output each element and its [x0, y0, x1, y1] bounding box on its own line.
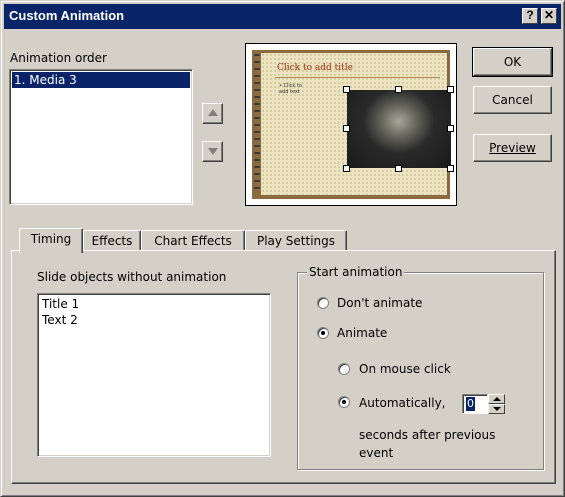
resize-handle — [343, 86, 350, 93]
animation-order-list[interactable]: 1. Media 3 — [9, 69, 193, 205]
resize-handle — [395, 86, 402, 93]
animate-label[interactable]: Animate — [337, 326, 387, 340]
seconds-after-label: seconds after previous — [359, 428, 496, 442]
close-button[interactable]: ✕ — [541, 8, 557, 24]
animation-order-label: Animation order — [10, 51, 107, 65]
spin-down-icon — [493, 407, 501, 411]
animate-radio[interactable] — [317, 327, 329, 339]
slide-canvas: Click to add title • Click to add text — [261, 53, 454, 195]
slide-divider — [275, 77, 440, 78]
on-mouse-click-radio[interactable] — [338, 363, 350, 375]
down-arrow-icon — [208, 148, 218, 155]
resize-handle — [447, 86, 454, 93]
window-title: Custom Animation — [9, 8, 125, 23]
list-item[interactable]: Title 1 — [40, 296, 268, 312]
seconds-input[interactable]: 0 — [462, 394, 488, 414]
move-down-button[interactable] — [202, 141, 223, 162]
spin-down-button[interactable] — [488, 404, 505, 414]
automatically-label[interactable]: Automatically, — [359, 396, 445, 410]
custom-animation-dialog: Custom Animation ? ✕ Animation order 1. … — [0, 0, 565, 497]
on-mouse-click-label[interactable]: On mouse click — [359, 362, 451, 376]
slide-preview: Click to add title • Click to add text — [245, 43, 457, 206]
automatically-radio[interactable] — [338, 396, 350, 408]
seconds-spinner[interactable] — [488, 394, 505, 414]
tab-play-settings[interactable]: Play Settings — [245, 230, 347, 252]
tab-chart-effects[interactable]: Chart Effects — [141, 230, 245, 252]
slide-text-placeholder: • Click to add text — [279, 83, 303, 95]
slide-objects-list[interactable]: Title 1 Text 2 — [37, 293, 271, 457]
resize-handle — [447, 125, 454, 132]
dont-animate-radio[interactable] — [317, 297, 329, 309]
list-item[interactable]: Text 2 — [40, 312, 268, 328]
cancel-button[interactable]: Cancel — [473, 86, 552, 114]
title-bar: Custom Animation ? ✕ — [4, 4, 561, 29]
slide-title-placeholder: Click to add title — [277, 63, 353, 73]
spin-up-button[interactable] — [488, 394, 505, 404]
animation-order-item[interactable]: 1. Media 3 — [12, 72, 190, 88]
spin-up-icon — [493, 397, 501, 401]
seconds-after-label-2: event — [359, 446, 394, 460]
up-arrow-icon — [208, 109, 218, 116]
seconds-value: 0 — [466, 397, 475, 411]
resize-handle — [343, 125, 350, 132]
resize-handle — [395, 165, 402, 172]
tab-effects[interactable]: Effects — [83, 230, 141, 252]
preview-button[interactable]: Preview — [473, 134, 552, 162]
resize-handle — [447, 165, 454, 172]
tab-timing[interactable]: Timing — [19, 228, 83, 253]
media-clip-thumbnail — [347, 90, 451, 168]
move-up-button[interactable] — [202, 103, 223, 124]
slide-objects-label: Slide objects without animation — [37, 270, 227, 284]
dont-animate-label[interactable]: Don't animate — [337, 296, 422, 310]
help-button[interactable]: ? — [522, 8, 538, 24]
resize-handle — [343, 165, 350, 172]
ok-button[interactable]: OK — [472, 47, 553, 77]
start-animation-group-label: Start animation — [307, 265, 405, 279]
slide-thumbnail: Click to add title • Click to add text — [252, 50, 454, 199]
